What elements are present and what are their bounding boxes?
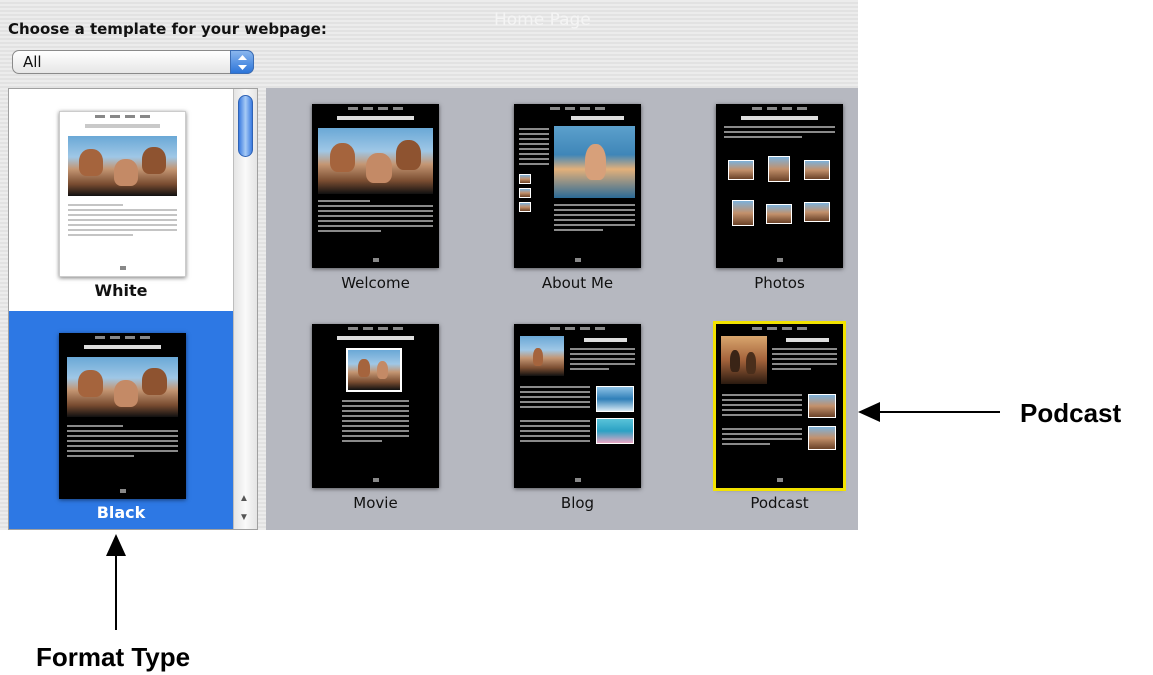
page-type-grid: Welcome About Me Photos Movie Blog Podca… bbox=[266, 88, 858, 530]
template-filter-dropdown[interactable]: All bbox=[12, 50, 254, 74]
template-item-black[interactable]: Black bbox=[9, 311, 233, 529]
page-label-welcome: Welcome bbox=[341, 274, 410, 292]
scroll-thumb[interactable] bbox=[238, 95, 253, 157]
page-thumbnail-blog bbox=[514, 324, 641, 488]
template-label-white: White bbox=[94, 281, 148, 300]
page-label-photos: Photos bbox=[754, 274, 805, 292]
ghost-page-title: Home Page bbox=[494, 10, 591, 30]
template-thumbnail-white bbox=[59, 111, 186, 277]
page-label-blog: Blog bbox=[560, 494, 595, 512]
dialog-prompt: Choose a template for your webpage: bbox=[8, 20, 327, 38]
template-label-black: Black bbox=[96, 503, 146, 522]
page-thumbnail-podcast bbox=[713, 321, 846, 491]
page-label-movie: Movie bbox=[353, 494, 398, 512]
template-thumbnail-black bbox=[59, 333, 186, 499]
page-thumbnail-welcome bbox=[312, 104, 439, 268]
template-chooser-dialog: Choose a template for your webpage: Home… bbox=[0, 0, 858, 530]
page-thumbnail-about-me bbox=[514, 104, 641, 268]
scroll-up-arrow-icon[interactable]: ▲ bbox=[239, 493, 249, 504]
arrow-left-icon bbox=[858, 402, 880, 422]
page-label-about-me: About Me bbox=[541, 274, 614, 292]
template-list-scrollbar[interactable]: ▲ ▼ bbox=[233, 89, 257, 529]
scroll-down-arrow-icon[interactable]: ▼ bbox=[239, 512, 249, 523]
podcast-callout-label: Podcast bbox=[1020, 398, 1122, 428]
format-type-callout-label: Format Type bbox=[36, 642, 191, 672]
template-filter-value: All bbox=[23, 53, 42, 71]
page-thumbnail-movie bbox=[312, 324, 439, 488]
page-label-podcast: Podcast bbox=[750, 494, 809, 512]
updown-arrows-icon[interactable] bbox=[230, 50, 254, 74]
arrow-up-icon bbox=[106, 534, 126, 556]
template-style-list[interactable]: White Black ▲ ▼ bbox=[8, 88, 258, 530]
page-thumbnail-photos bbox=[716, 104, 843, 268]
template-item-white[interactable]: White bbox=[9, 89, 233, 311]
